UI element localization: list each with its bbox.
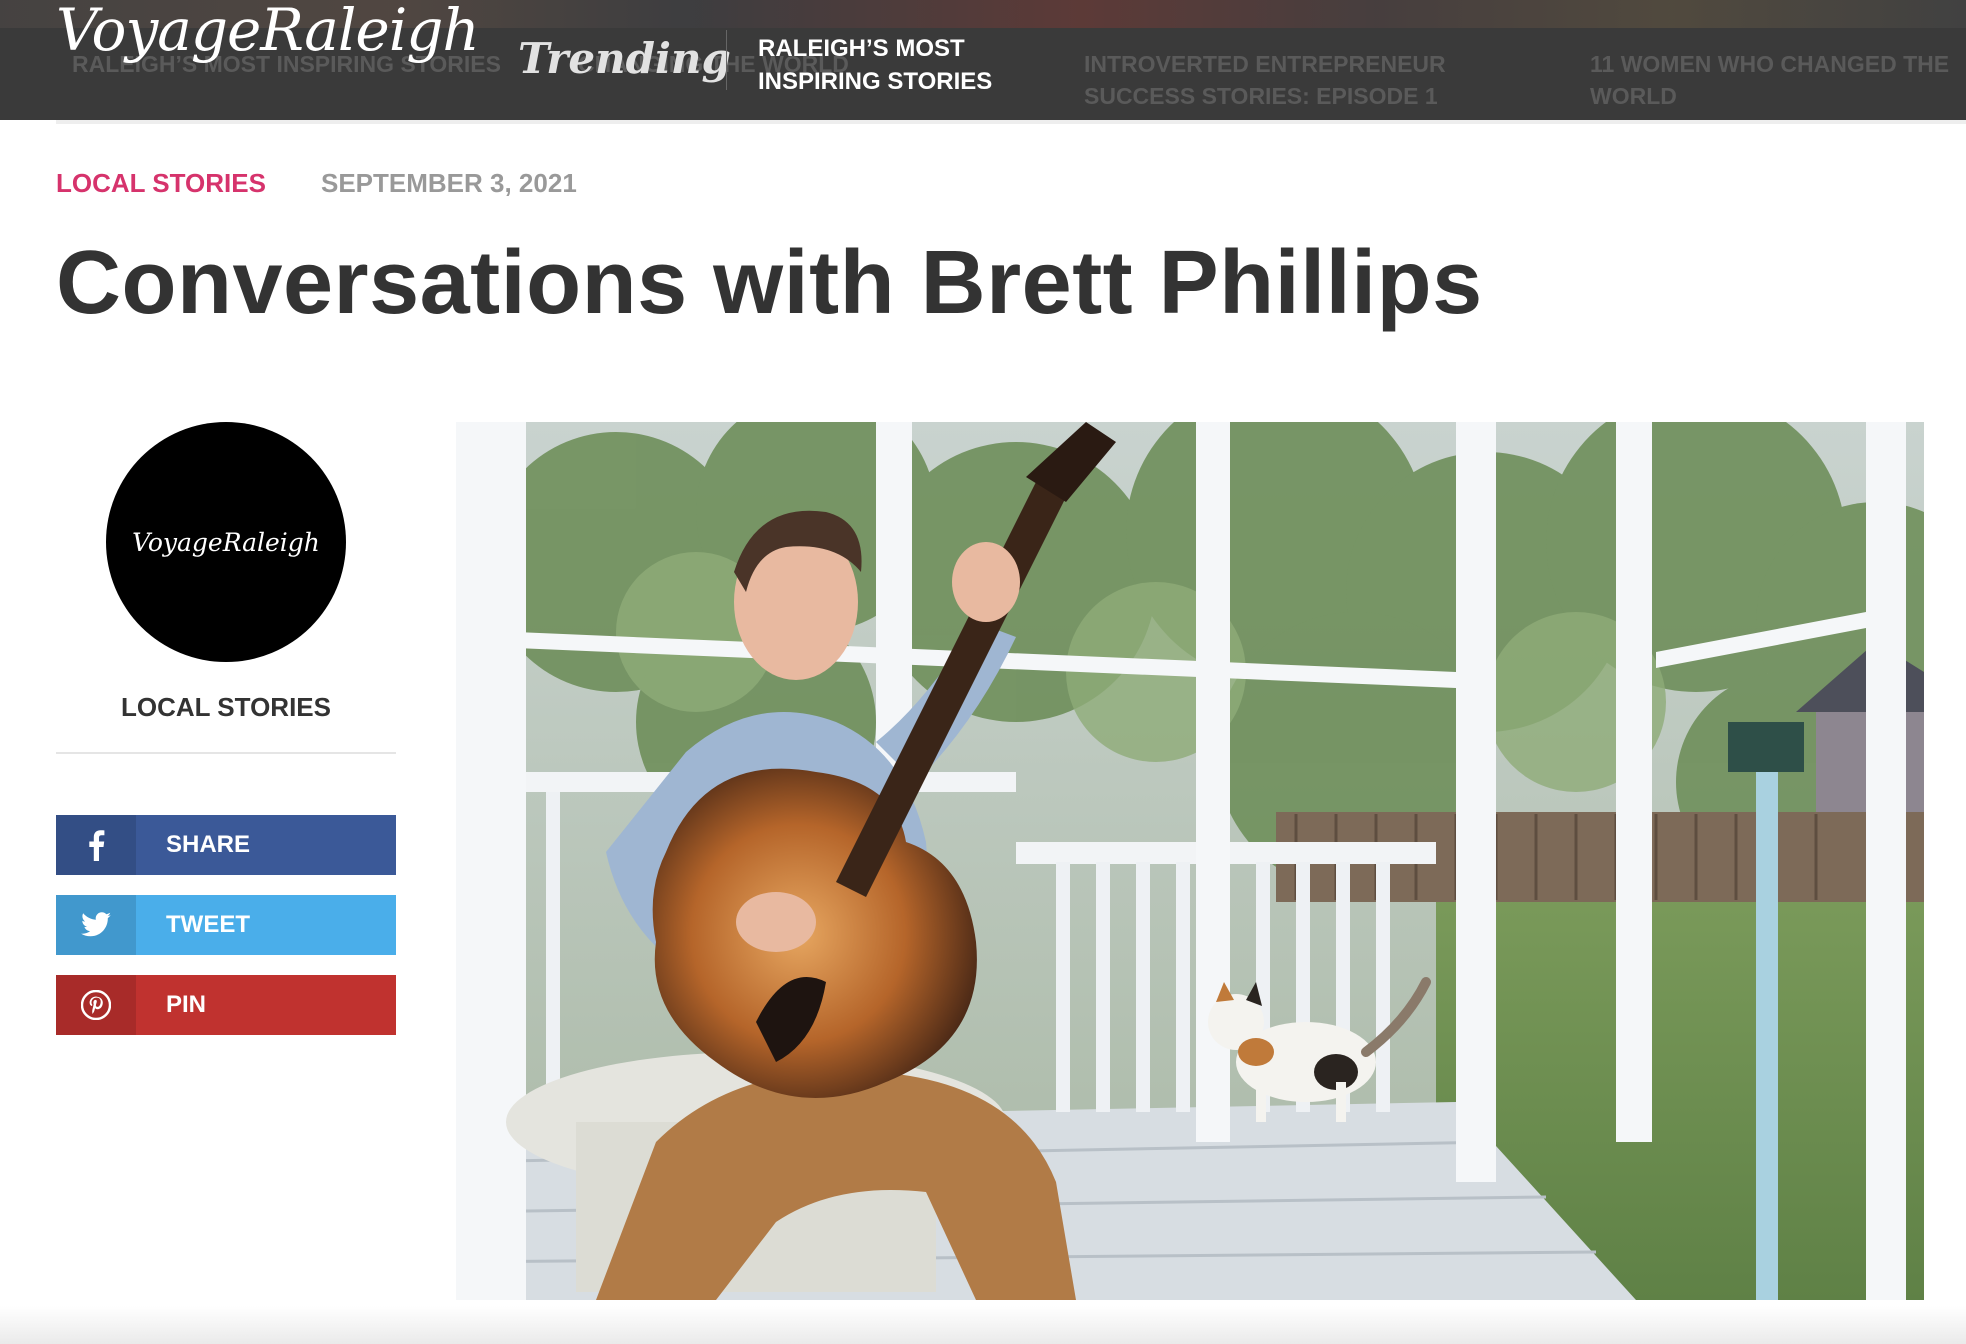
ticker-item[interactable]: INTROVERTED ENTREPRENEUR SUCCESS STORIES… [1084,48,1544,112]
trending-active-story-link[interactable]: RALEIGH’S MOST INSPIRING STORIES [758,32,1028,98]
header-divider [56,120,1966,124]
sidebar-category-link[interactable]: LOCAL STORIES [56,692,396,723]
publish-date: SEPTEMBER 3, 2021 [321,168,577,198]
pinterest-pin-button[interactable]: PIN [56,975,396,1035]
pinterest-icon [56,975,136,1035]
top-navigation-bar: RALEIGH’S MOST INSPIRING STORIES CHANGIN… [0,0,1966,120]
pin-button-label: PIN [166,991,207,1018]
tweet-button-label: TWEET [166,911,250,938]
page-bottom-fade [0,1306,1966,1344]
sidebar-divider [56,752,396,754]
trending-divider [726,30,727,90]
article-meta: LOCAL STORIES SEPTEMBER 3, 2021 [56,168,577,199]
category-link[interactable]: LOCAL STORIES [56,168,266,198]
site-logo[interactable]: VoyageRaleigh [56,0,480,64]
facebook-share-button[interactable]: SHARE [56,815,396,875]
trending-label: Trending [518,34,731,83]
twitter-icon [56,895,136,955]
article-title: Conversations with Brett Phillips [56,233,1483,333]
twitter-tweet-button[interactable]: TWEET [56,895,396,955]
facebook-icon [56,815,136,875]
article-hero-image[interactable] [456,422,1924,1300]
share-button-label: SHARE [166,831,251,858]
author-avatar[interactable]: VoyageRaleigh [106,422,346,662]
ticker-item[interactable]: 11 WOMEN WHO CHANGED THE WORLD [1590,48,1966,112]
avatar-logo-text: VoyageRaleigh [132,527,320,557]
